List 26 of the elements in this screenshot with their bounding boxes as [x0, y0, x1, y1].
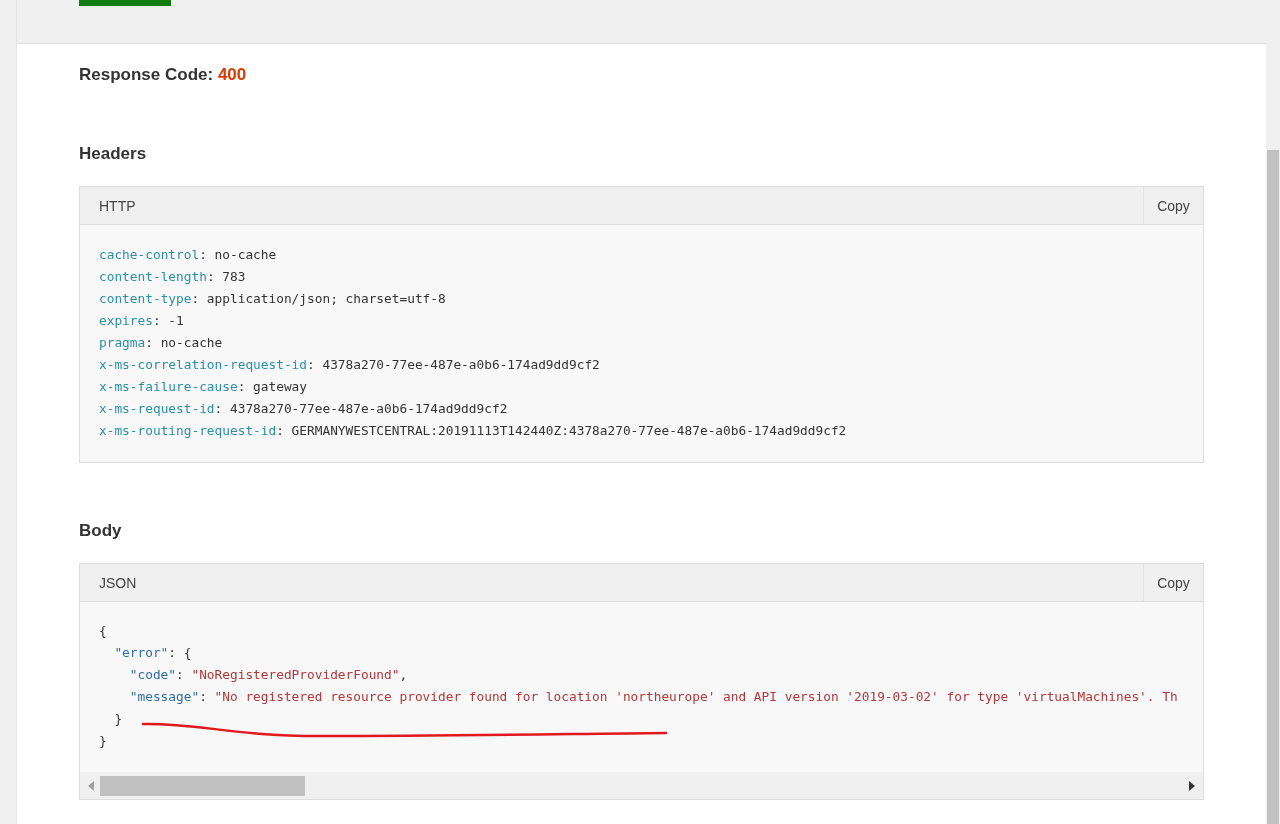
code-line: x-ms-routing-request-id: GERMANYWESTCENTRAL:20191113T142440Z:4378a270-77ee-487e-a0b6-174ad9dd9cf2	[99, 422, 847, 440]
section-title: Body	[79, 520, 123, 542]
code-line: pragma: no-cache	[99, 334, 223, 352]
code-line: {	[99, 622, 107, 640]
run-button[interactable]	[79, 0, 171, 6]
response-code-text: Response Code: 400	[79, 64, 248, 86]
horizontal-scrollbar[interactable]	[80, 772, 1203, 799]
scroll-left-icon[interactable]	[88, 780, 94, 791]
code-line: "message": "No registered resource provider found for location 'northeurope' and API version '2019-03-02' for type 'virtualMachines'. Th	[128, 688, 1178, 706]
code-line: x-ms-request-id: 4378a270-77ee-487e-a0b6-174ad9dd9cf2	[99, 400, 508, 418]
code-line: x-ms-correlation-request-id: 4378a270-77ee-487e-a0b6-174ad9dd9cf2	[99, 356, 600, 374]
code-line: "error": {	[113, 644, 192, 662]
scrollbar-thumb[interactable]	[100, 775, 305, 796]
code-language-label: HTTP	[98, 197, 136, 214]
code-line: }	[113, 710, 123, 728]
code-line: expires: -1	[99, 312, 184, 330]
code-line: content-length: 783	[99, 268, 246, 286]
section-title: Headers	[79, 143, 148, 165]
code-line: cache-control: no-cache	[99, 246, 277, 264]
page-scrollbar-thumb[interactable]	[1267, 150, 1279, 824]
code-language-label: JSON	[98, 574, 137, 591]
code-line: x-ms-failure-cause: gateway	[99, 378, 308, 396]
code-line: content-type: application/json; charset=utf-8	[99, 290, 446, 308]
code-line: }	[99, 732, 107, 750]
code-line: "code": "NoRegisteredProviderFound",	[128, 666, 408, 684]
scroll-right-icon[interactable]	[1189, 780, 1195, 791]
